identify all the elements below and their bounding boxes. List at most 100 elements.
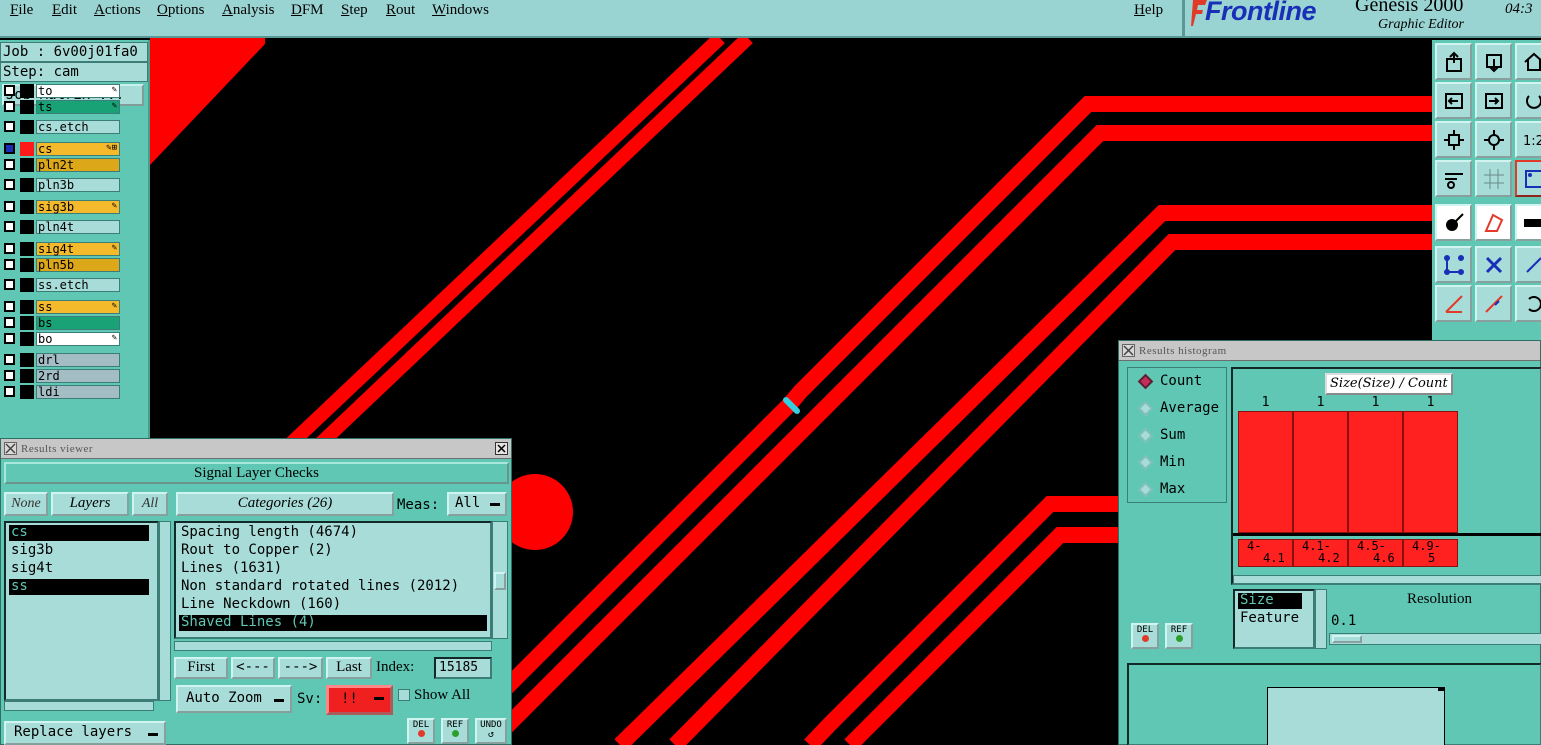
- histogram-bar[interactable]: [1238, 411, 1293, 533]
- layer-checkbox[interactable]: [4, 221, 15, 232]
- meas-dropdown[interactable]: All: [447, 492, 507, 516]
- arc-button[interactable]: [1515, 285, 1541, 322]
- layer-checkbox[interactable]: [4, 143, 15, 154]
- menu-help[interactable]: Help: [1134, 2, 1163, 19]
- layer-checkbox[interactable]: [4, 279, 15, 290]
- layer-row-pln3b[interactable]: pln3b: [2, 178, 120, 192]
- pan-right-button[interactable]: [1475, 82, 1512, 119]
- layer-color-swatch[interactable]: [20, 369, 34, 383]
- auto-zoom-dropdown[interactable]: Auto Zoom: [176, 685, 292, 713]
- layer-name[interactable]: bs: [36, 316, 120, 330]
- layer-color-swatch[interactable]: [20, 142, 34, 156]
- result-layer-item[interactable]: ss: [9, 579, 149, 595]
- undo-button[interactable]: UNDO ↺: [475, 718, 507, 744]
- zoom-1to1-button[interactable]: 1:2: [1515, 121, 1541, 158]
- menu-edit[interactable]: Edit: [52, 2, 77, 19]
- layer-color-swatch[interactable]: [20, 258, 34, 272]
- results-viewer-titlebar[interactable]: Results viewer: [1, 439, 511, 459]
- resolution-slider[interactable]: [1329, 633, 1541, 645]
- layer-row-to[interactable]: to ✎: [2, 84, 120, 98]
- layer-color-swatch[interactable]: [20, 200, 34, 214]
- layer-color-swatch[interactable]: [20, 242, 34, 256]
- line-button[interactable]: [1515, 246, 1541, 283]
- layer-name[interactable]: sig4t: [36, 242, 120, 256]
- layer-checkbox[interactable]: [4, 179, 15, 190]
- category-item[interactable]: Line Neckdown (160): [179, 597, 487, 613]
- category-scrollbar[interactable]: [492, 521, 508, 639]
- layer-row-sig3b[interactable]: sig3b ✎: [2, 200, 120, 214]
- layer-name[interactable]: sig3b: [36, 200, 120, 214]
- category-item[interactable]: Shaved Lines (4): [179, 615, 487, 631]
- layer-row-2rd[interactable]: 2rd: [2, 369, 120, 383]
- severity-dropdown[interactable]: !!: [326, 685, 393, 715]
- menu-windows[interactable]: Windows: [432, 2, 489, 19]
- layer-row-ts[interactable]: ts ✎: [2, 100, 120, 114]
- layer-color-swatch[interactable]: [20, 385, 34, 399]
- layer-row-ss[interactable]: ss ✎: [2, 300, 120, 314]
- prev-button[interactable]: <---: [231, 657, 275, 679]
- layer-list-scrollbar[interactable]: [159, 521, 171, 701]
- close-icon[interactable]: [495, 442, 508, 455]
- layer-color-swatch[interactable]: [20, 178, 34, 192]
- histogram-field-item[interactable]: Feature: [1238, 611, 1312, 627]
- layer-checkbox[interactable]: [4, 301, 15, 312]
- result-layer-item[interactable]: sig4t: [9, 561, 149, 577]
- layer-checkbox[interactable]: [4, 201, 15, 212]
- histogram-field-item[interactable]: Size: [1238, 593, 1302, 609]
- layer-results-list[interactable]: cs sig3b sig4t ss: [4, 521, 159, 701]
- layer-row-bs[interactable]: bs: [2, 316, 120, 330]
- layer-row-pln2t[interactable]: pln2t: [2, 158, 120, 172]
- histogram-bar[interactable]: [1403, 411, 1458, 533]
- draw-button[interactable]: [1475, 285, 1512, 322]
- layer-name[interactable]: pln2t: [36, 158, 120, 172]
- ref-button[interactable]: REF: [441, 718, 469, 744]
- layer-name[interactable]: drl: [36, 353, 120, 367]
- histogram-del-button[interactable]: DEL: [1131, 623, 1159, 649]
- layer-color-swatch[interactable]: [20, 353, 34, 367]
- categories-button[interactable]: Categories (26): [176, 492, 394, 516]
- home-button[interactable]: [1515, 43, 1541, 80]
- layer-color-swatch[interactable]: [20, 220, 34, 234]
- window-menu-icon[interactable]: [1122, 344, 1135, 357]
- layer-row-bo[interactable]: bo ✎: [2, 332, 120, 346]
- category-hscrollbar[interactable]: [174, 641, 492, 651]
- layer-name[interactable]: ss.etch: [36, 278, 120, 292]
- layer-name[interactable]: cs.etch: [36, 120, 120, 134]
- replace-layers-dropdown[interactable]: Replace layers: [4, 721, 166, 745]
- layer-name[interactable]: ts: [36, 100, 120, 114]
- import-button[interactable]: [1475, 43, 1512, 80]
- layer-checkbox[interactable]: [4, 85, 15, 96]
- category-item[interactable]: Rout to Copper (2): [179, 543, 487, 559]
- layer-row-sig4t[interactable]: sig4t ✎: [2, 242, 120, 256]
- none-button[interactable]: None: [4, 492, 48, 516]
- layer-color-swatch[interactable]: [20, 120, 34, 134]
- measure-button[interactable]: [1435, 285, 1472, 322]
- window-menu-icon[interactable]: [4, 442, 17, 455]
- select-button[interactable]: [1435, 204, 1472, 241]
- category-item[interactable]: Lines (1631): [179, 561, 487, 577]
- zoom-center-button[interactable]: [1475, 121, 1512, 158]
- layer-name[interactable]: pln5b: [36, 258, 120, 272]
- layer-color-swatch[interactable]: [20, 332, 34, 346]
- layer-row-drl[interactable]: drl: [2, 353, 120, 367]
- result-layer-item[interactable]: sig3b: [9, 543, 149, 559]
- menu-options[interactable]: Options: [157, 2, 205, 19]
- layer-checkbox[interactable]: [4, 121, 15, 132]
- connect-button[interactable]: [1435, 246, 1472, 283]
- category-item[interactable]: Spacing length (4674): [179, 525, 487, 541]
- layer-row-ss.etch[interactable]: ss.etch: [2, 278, 120, 292]
- export-button[interactable]: [1435, 43, 1472, 80]
- layer-name[interactable]: ss: [36, 300, 120, 314]
- histogram-bar[interactable]: [1348, 411, 1403, 533]
- first-button[interactable]: First: [174, 657, 228, 679]
- layer-row-cs[interactable]: cs ✎⊞: [2, 142, 120, 156]
- menu-rout[interactable]: Rout: [386, 2, 415, 19]
- layer-row-pln5b[interactable]: pln5b: [2, 258, 120, 272]
- histogram-ref-button[interactable]: REF: [1165, 623, 1193, 649]
- layer-checkbox[interactable]: [4, 259, 15, 270]
- layer-checkbox[interactable]: [4, 354, 15, 365]
- rotate-button[interactable]: [1515, 82, 1541, 119]
- layer-color-swatch[interactable]: [20, 316, 34, 330]
- layer-name[interactable]: 2rd: [36, 369, 120, 383]
- layers-button[interactable]: Layers: [51, 492, 129, 516]
